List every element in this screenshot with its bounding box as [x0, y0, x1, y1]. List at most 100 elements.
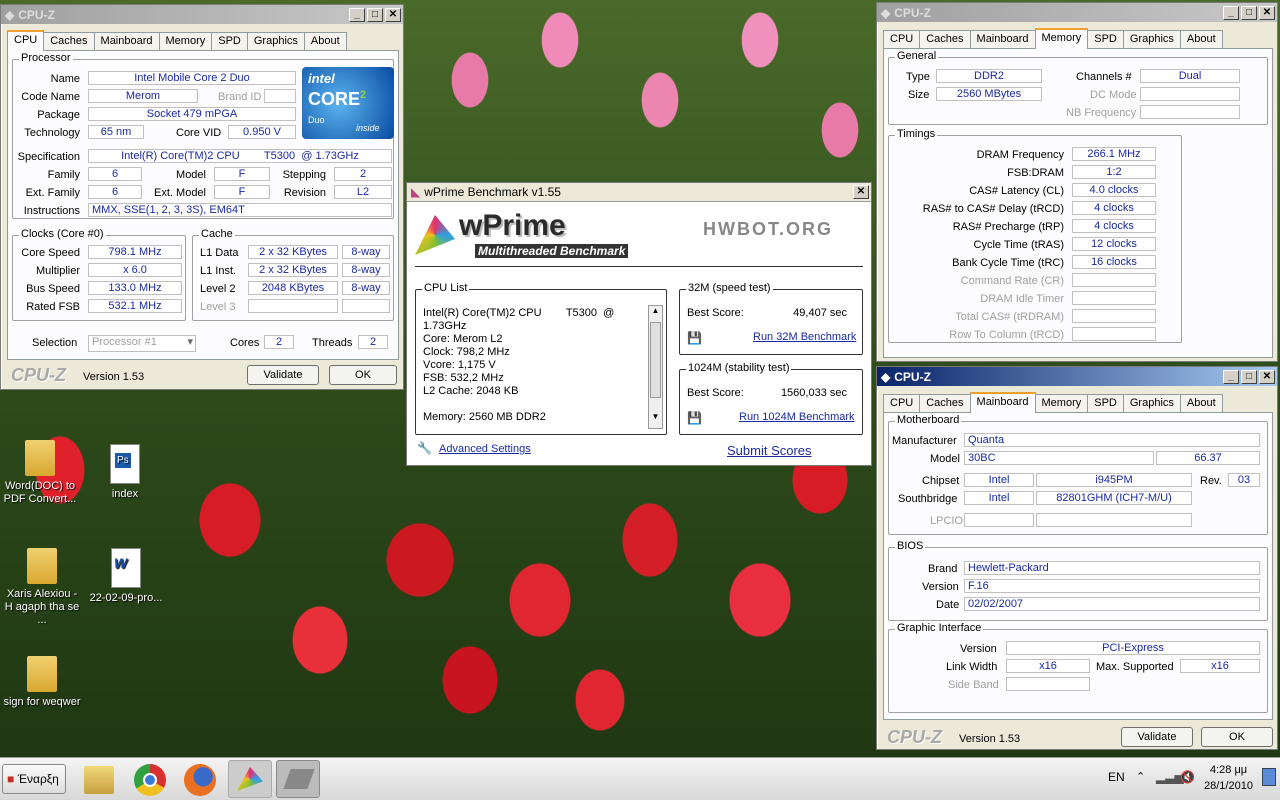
start-button[interactable]: ■ Έναρξη — [2, 764, 66, 794]
ok-button[interactable]: OK — [1201, 727, 1273, 747]
timing-value — [1072, 309, 1156, 323]
tab-mainboard[interactable]: Mainboard — [969, 392, 1036, 413]
wprime-taskbar-icon[interactable] — [228, 760, 272, 798]
icon-label: 22-02-09-pro... — [89, 592, 163, 604]
tab-spd[interactable]: SPD — [1087, 30, 1124, 49]
validate-button[interactable]: Validate — [1121, 727, 1193, 747]
volume-muted-icon[interactable]: 🔇 — [1180, 770, 1195, 784]
tab-cpu[interactable]: CPU — [7, 30, 45, 51]
tab-spd[interactable]: SPD — [1087, 394, 1124, 413]
selection-label: Selection — [32, 337, 78, 349]
tab-memory[interactable]: Memory — [158, 32, 213, 51]
close-button[interactable]: ✕ — [1259, 369, 1275, 384]
tab-caches[interactable]: Caches — [919, 394, 971, 413]
corespeed-label: Core Speed — [21, 247, 80, 259]
desktop-icon-doc[interactable]: W 22-02-09-pro... — [86, 548, 166, 605]
tab-about[interactable]: About — [1179, 30, 1223, 49]
desktop-icon-xaris[interactable]: Xaris Alexiou - H agaph tha se ... — [2, 548, 82, 627]
tab-graphics[interactable]: Graphics — [246, 32, 305, 51]
desktop-icon-index[interactable]: Ps index — [92, 444, 158, 501]
maximize-button[interactable]: □ — [367, 7, 383, 22]
channels-label: Channels # — [1076, 71, 1132, 83]
run-1024m-link[interactable]: Run 1024M Benchmark — [739, 411, 855, 423]
window-title: CPU-Z — [894, 5, 931, 20]
close-button[interactable]: ✕ — [385, 7, 401, 22]
spec-label: Specification — [17, 151, 80, 163]
explorer-icon[interactable] — [84, 766, 114, 794]
memory-panel: General Type DDR2 Channels # Dual Size 2… — [883, 48, 1273, 358]
timing-value — [1072, 327, 1156, 341]
close-button[interactable]: ✕ — [1259, 5, 1275, 20]
scroll-thumb[interactable] — [650, 322, 661, 398]
tab-about[interactable]: About — [1179, 394, 1223, 413]
advanced-settings-link[interactable]: Advanced Settings — [439, 443, 531, 455]
validate-button[interactable]: Validate — [247, 365, 319, 385]
tab-mainboard[interactable]: Mainboard — [969, 30, 1036, 49]
selection-dropdown[interactable]: Processor #1 ▾ — [88, 335, 196, 352]
ok-button[interactable]: OK — [329, 365, 397, 385]
group-label: Clocks (Core #0) — [19, 228, 106, 240]
maximize-button[interactable]: □ — [1241, 369, 1257, 384]
cpu-list-line — [423, 398, 643, 411]
minimize-button[interactable]: _ — [1223, 5, 1239, 20]
title-bar[interactable]: ◆ CPU-Z _ □ ✕ — [877, 3, 1277, 22]
tab-about[interactable]: About — [303, 32, 347, 51]
l1d-value: 2 x 32 KBytes — [248, 245, 338, 259]
minimize-button[interactable]: _ — [1223, 369, 1239, 384]
clock-time[interactable]: 4:28 μμ — [1210, 764, 1247, 776]
run-32m-link[interactable]: Run 32M Benchmark — [753, 331, 856, 343]
cpu-list-line: FSB: 532,2 MHz — [423, 372, 504, 384]
language-indicator[interactable]: EN — [1108, 770, 1125, 784]
gi-version-label: Version — [960, 643, 997, 655]
desktop-icon-sign[interactable]: sign for weqwer — [2, 656, 82, 709]
cpuz-taskbar-icon[interactable] — [276, 760, 320, 798]
cpu-panel: Processor Name Intel Mobile Core 2 Duo C… — [7, 50, 399, 360]
clock-date[interactable]: 28/1/2010 — [1204, 780, 1253, 792]
window-title: CPU-Z — [18, 7, 55, 22]
tab-graphics[interactable]: Graphics — [1122, 30, 1181, 49]
codename-value: Merom — [88, 89, 198, 103]
wprime-app-icon: ◣ — [411, 185, 421, 199]
revision-value: L2 — [334, 185, 392, 199]
tab-memory[interactable]: Memory — [1034, 28, 1089, 49]
desktop-icon-word-pdf[interactable]: Word(DOC) to PDF Convert... — [2, 440, 78, 506]
tab-cpu[interactable]: CPU — [883, 394, 921, 413]
cpu-list-line: Intel(R) Core(TM)2 CPU T5300 @ — [423, 307, 615, 319]
close-button[interactable]: ✕ — [853, 185, 869, 199]
hwbot-logo: HWBOT.ORG — [703, 219, 833, 239]
chipset-model-value: i945PM — [1036, 473, 1192, 487]
southbridge-label: Southbridge — [898, 493, 958, 505]
show-hidden-icons[interactable]: ⌃ — [1136, 770, 1145, 783]
type-value: DDR2 — [936, 69, 1042, 83]
rev-label: Rev. — [1200, 475, 1222, 487]
timing-value: 266.1 MHz — [1072, 147, 1156, 161]
cpu-list-scrollbar[interactable]: ▲ ▼ — [648, 305, 663, 429]
tab-memory[interactable]: Memory — [1034, 394, 1089, 413]
minimize-button[interactable]: _ — [349, 7, 365, 22]
scroll-down-arrow[interactable]: ▼ — [649, 412, 662, 426]
tab-mainboard[interactable]: Mainboard — [93, 32, 160, 51]
show-desktop-button[interactable] — [1262, 768, 1276, 786]
date-label: Date — [936, 599, 960, 611]
tab-caches[interactable]: Caches — [43, 32, 95, 51]
tab-caches[interactable]: Caches — [919, 30, 971, 49]
brand-value: Hewlett-Packard — [964, 561, 1260, 575]
group-label: Cache — [199, 228, 235, 240]
title-bar[interactable]: ◆ CPU-Z _ □ ✕ — [877, 367, 1277, 386]
firefox-icon[interactable] — [184, 764, 216, 796]
cpuz-logo: CPU-Z — [887, 727, 942, 747]
cpu-list-line: Clock: 798,2 MHz — [423, 346, 510, 358]
tab-spd[interactable]: SPD — [211, 32, 248, 51]
l3-value — [248, 299, 338, 313]
timing-label: Command Rate (CR) — [960, 275, 1064, 287]
title-bar[interactable]: ◆ CPU-Z _ □ ✕ — [1, 5, 403, 24]
maximize-button[interactable]: □ — [1241, 5, 1257, 20]
chrome-icon[interactable] — [134, 764, 166, 796]
tab-graphics[interactable]: Graphics — [1122, 394, 1181, 413]
tab-cpu[interactable]: CPU — [883, 30, 921, 49]
submit-scores-link[interactable]: Submit Scores — [727, 443, 812, 458]
taskbar: ■ Έναρξη EN ⌃ ▂▃▅ 🔇 4:28 μμ 28/1/2010 — [0, 757, 1280, 800]
title-bar[interactable]: ◣ wPrime Benchmark v1.55 ✕ — [407, 183, 871, 202]
technology-label: Technology — [24, 127, 80, 139]
scroll-up-arrow[interactable]: ▲ — [649, 306, 662, 320]
